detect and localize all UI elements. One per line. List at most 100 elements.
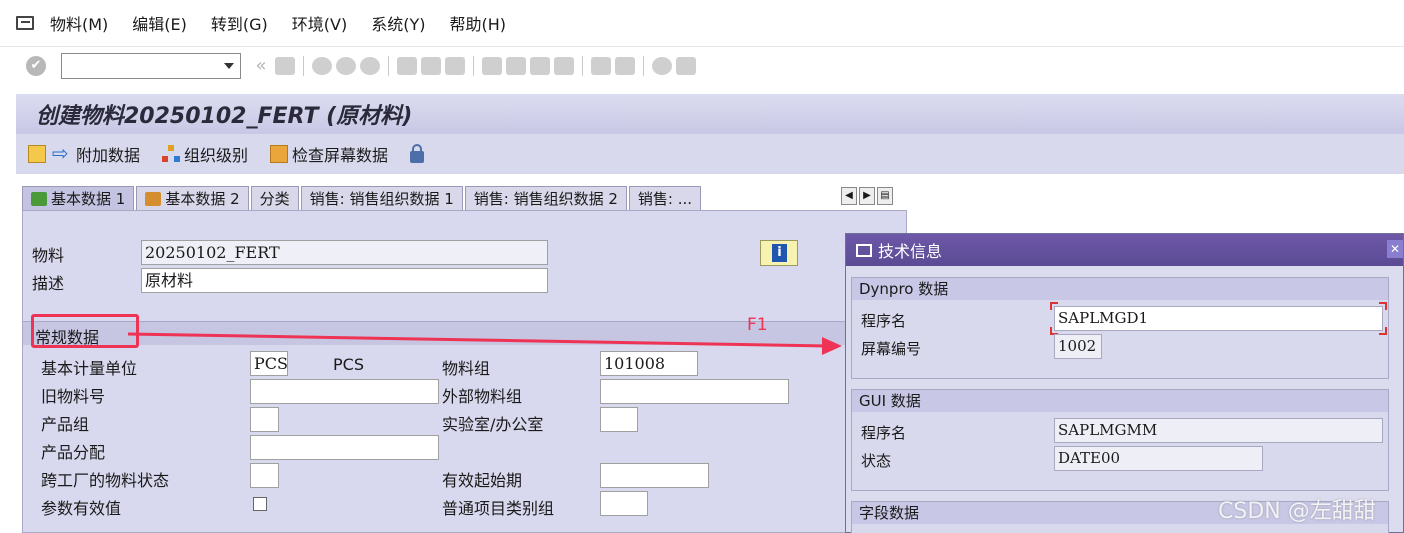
dynpro-program-label: 程序名 bbox=[861, 312, 907, 330]
base-uom-label: 基本计量单位 bbox=[41, 359, 138, 378]
tab-scroll-right-icon[interactable]: ▶ bbox=[859, 187, 875, 205]
material-label: 物料 bbox=[32, 246, 65, 265]
menu-help[interactable]: 帮助(H) bbox=[450, 11, 507, 35]
double-chevron-icon[interactable]: « bbox=[251, 56, 271, 75]
description-label: 描述 bbox=[32, 274, 65, 293]
last-page-icon[interactable] bbox=[554, 56, 574, 75]
tab-label: 销售: ... bbox=[637, 189, 693, 208]
gui-status-label: 状态 bbox=[861, 452, 892, 470]
dynpro-screen-label: 屏幕编号 bbox=[861, 340, 922, 358]
base-uom-text: PCS bbox=[333, 355, 364, 374]
gui-status-field[interactable]: DATE00 bbox=[1054, 446, 1263, 471]
material-group-field[interactable]: 101008 bbox=[600, 351, 698, 376]
old-material-field[interactable] bbox=[250, 379, 439, 404]
additional-data-button[interactable]: 附加数据 bbox=[52, 141, 141, 166]
shortcut-icon[interactable] bbox=[615, 56, 635, 75]
selection-corner bbox=[1050, 302, 1058, 310]
check-screen-data-button[interactable]: 检查屏幕数据 bbox=[270, 142, 388, 166]
application-toolbar: 附加数据 组织级别 检查屏幕数据 bbox=[16, 134, 1404, 174]
menu-material[interactable]: 物料(M) bbox=[50, 11, 108, 35]
org-tree-icon bbox=[162, 145, 181, 163]
division-field[interactable] bbox=[250, 407, 279, 432]
tab-label: 基本数据 2 bbox=[165, 189, 240, 208]
previous-page-icon[interactable] bbox=[506, 56, 526, 75]
lock-icon[interactable] bbox=[410, 144, 425, 163]
base-uom-field[interactable]: PCS bbox=[250, 351, 288, 376]
help-icon[interactable] bbox=[652, 56, 672, 75]
standard-toolbar: ✔ « bbox=[0, 46, 1404, 84]
tech-info-dialog: 技术信息 ✕ Dynpro 数据 程序名 SAPLMGD1 屏幕编号 1002 … bbox=[845, 233, 1404, 533]
valid-from-field[interactable] bbox=[600, 463, 709, 488]
tab-label: 分类 bbox=[259, 189, 290, 208]
tab-label: 基本数据 1 bbox=[51, 189, 126, 208]
selection-corner bbox=[1379, 327, 1387, 335]
old-material-label: 旧物料号 bbox=[41, 387, 106, 406]
dynpro-screen-field[interactable]: 1002 bbox=[1054, 334, 1102, 359]
cancel-icon[interactable] bbox=[360, 56, 380, 75]
gui-group: GUI 数据 程序名 SAPLMGMM 状态 DATE00 bbox=[851, 389, 1389, 491]
xplant-status-field[interactable] bbox=[250, 463, 279, 488]
tab-sales-org-1[interactable]: 销售: 销售组织数据 1 bbox=[300, 186, 463, 210]
tab-basic-data-2[interactable]: 基本数据 2 bbox=[136, 186, 249, 210]
first-page-icon[interactable] bbox=[482, 56, 502, 75]
menu-goto[interactable]: 转到(G) bbox=[211, 11, 268, 35]
tab-navigation: ◀ ▶ ▤ bbox=[841, 187, 895, 205]
product-allocation-field[interactable] bbox=[250, 435, 439, 460]
tab-basic-data-1[interactable]: 基本数据 1 bbox=[22, 186, 135, 210]
close-icon[interactable]: ✕ bbox=[1387, 240, 1403, 258]
menu-environment[interactable]: 环境(V) bbox=[292, 11, 347, 35]
tab-classification[interactable]: 分类 bbox=[250, 186, 299, 210]
print-icon[interactable] bbox=[397, 56, 417, 75]
checked-tab-icon bbox=[31, 191, 47, 206]
back-icon[interactable] bbox=[312, 56, 332, 75]
tab-status-icon bbox=[145, 191, 162, 206]
command-field[interactable] bbox=[61, 52, 241, 79]
valid-from-label: 有效起始期 bbox=[442, 471, 523, 490]
menu-edit[interactable]: 编辑(E) bbox=[132, 11, 187, 35]
save-icon[interactable] bbox=[275, 56, 295, 75]
arrow-right-icon bbox=[52, 141, 72, 165]
tab-sales-org-2[interactable]: 销售: 销售组织数据 2 bbox=[464, 186, 627, 210]
dynpro-group: Dynpro 数据 程序名 SAPLMGD1 屏幕编号 1002 bbox=[851, 277, 1389, 379]
toolbar-divider bbox=[388, 55, 389, 76]
assign-effect-checkbox[interactable] bbox=[253, 497, 267, 511]
org-levels-button[interactable]: 组织级别 bbox=[162, 142, 248, 166]
gui-program-field[interactable]: SAPLMGMM bbox=[1054, 418, 1383, 443]
dynpro-program-field[interactable]: SAPLMGD1 bbox=[1054, 306, 1383, 331]
window-menu-icon[interactable] bbox=[16, 16, 34, 30]
material-field[interactable]: 20250102_FERT bbox=[141, 240, 548, 265]
highlight-box bbox=[31, 314, 139, 348]
selection-corner bbox=[1379, 302, 1387, 310]
tab-sales-more[interactable]: 销售: ... bbox=[628, 186, 702, 210]
copy-from-icon[interactable] bbox=[28, 145, 46, 163]
dialog-title-bar: 技术信息 bbox=[846, 234, 1403, 266]
tab-panel: 物料 20250102_FERT 描述 原材料 i 常规数据 基本计量单位 PC… bbox=[22, 210, 907, 533]
tab-scroll-left-icon[interactable]: ◀ bbox=[841, 187, 857, 205]
lab-office-field[interactable] bbox=[600, 407, 638, 432]
menu-bar: 物料(M) 编辑(E) 转到(G) 环境(V) 系统(Y) 帮助(H) bbox=[0, 0, 1404, 46]
dynpro-group-head: Dynpro 数据 bbox=[852, 278, 1388, 300]
dialog-title: 技术信息 bbox=[878, 242, 943, 261]
tab-label: 销售: 销售组织数据 2 bbox=[473, 189, 618, 208]
general-data-section: 常规数据 bbox=[23, 321, 906, 347]
tab-list-icon[interactable]: ▤ bbox=[877, 187, 893, 205]
chevron-down-icon[interactable] bbox=[224, 62, 234, 69]
next-page-icon[interactable] bbox=[530, 56, 550, 75]
check-screen-data-label: 检查屏幕数据 bbox=[292, 146, 389, 165]
gen-item-cat-field[interactable] bbox=[600, 491, 648, 516]
menu-system[interactable]: 系统(Y) bbox=[371, 11, 425, 35]
tab-strip: 基本数据 1 基本数据 2 分类 销售: 销售组织数据 1 销售: 销售组织数据… bbox=[22, 186, 703, 210]
product-allocation-label: 产品分配 bbox=[41, 443, 106, 462]
additional-data-label: 附加数据 bbox=[76, 146, 141, 165]
layout-menu-icon[interactable] bbox=[676, 56, 696, 75]
ext-material-group-field[interactable] bbox=[600, 379, 789, 404]
new-session-icon[interactable] bbox=[591, 56, 611, 75]
find-next-icon[interactable] bbox=[445, 56, 465, 75]
info-button[interactable]: i bbox=[760, 240, 798, 266]
exit-icon[interactable] bbox=[336, 56, 356, 75]
enter-check-icon[interactable]: ✔ bbox=[26, 55, 46, 76]
gen-item-cat-label: 普通项目类别组 bbox=[442, 499, 555, 518]
description-field[interactable]: 原材料 bbox=[141, 268, 548, 293]
find-icon[interactable] bbox=[421, 56, 441, 75]
gui-group-head: GUI 数据 bbox=[852, 390, 1388, 412]
